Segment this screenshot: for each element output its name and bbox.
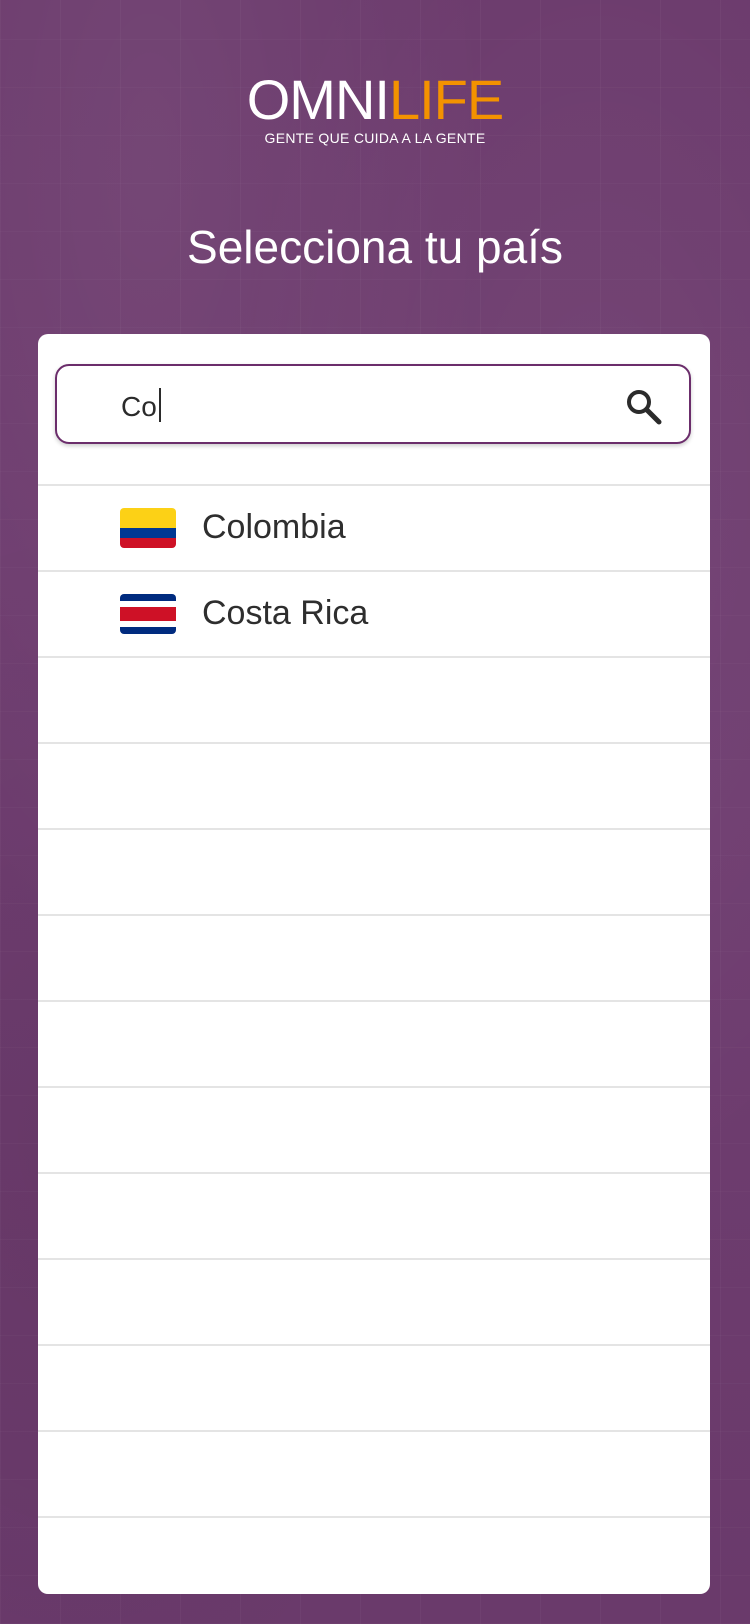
- search-icon[interactable]: [623, 386, 663, 426]
- empty-row: [38, 1516, 710, 1594]
- logo-tagline: GENTE QUE CUIDA A LA GENTE: [264, 130, 486, 146]
- empty-row: [38, 828, 710, 914]
- country-name: Costa Rica: [202, 594, 369, 632]
- empty-row: [38, 1258, 710, 1344]
- country-picker-card: Co Colombia Costa Rica: [38, 334, 710, 1594]
- logo-life: LIFE: [388, 68, 504, 131]
- omnilife-logo: OMNILIFE GENTE QUE CUIDA A LA GENTE: [0, 72, 750, 147]
- empty-row: [38, 1086, 710, 1172]
- country-row-costa-rica[interactable]: Costa Rica: [38, 570, 710, 656]
- costa-rica-flag-icon: [120, 594, 176, 634]
- empty-row: [38, 1430, 710, 1516]
- empty-row: [38, 656, 710, 742]
- text-caret: [158, 388, 161, 422]
- empty-row: [38, 742, 710, 828]
- search-text: Co: [121, 391, 157, 422]
- country-row-colombia[interactable]: Colombia: [38, 484, 710, 570]
- empty-row: [38, 1000, 710, 1086]
- country-list: Colombia Costa Rica: [38, 484, 710, 1594]
- colombia-flag-icon: [120, 508, 176, 548]
- empty-row: [38, 1344, 710, 1430]
- search-input-value[interactable]: Co: [121, 388, 161, 423]
- logo-omni: OMNI: [246, 68, 390, 131]
- empty-row: [38, 914, 710, 1000]
- page-title: Selecciona tu país: [187, 221, 563, 273]
- logo-wordmark: OMNILIFE: [0, 72, 750, 128]
- country-name: Colombia: [202, 508, 346, 546]
- empty-row: [38, 1172, 710, 1258]
- search-input[interactable]: Co: [55, 364, 691, 444]
